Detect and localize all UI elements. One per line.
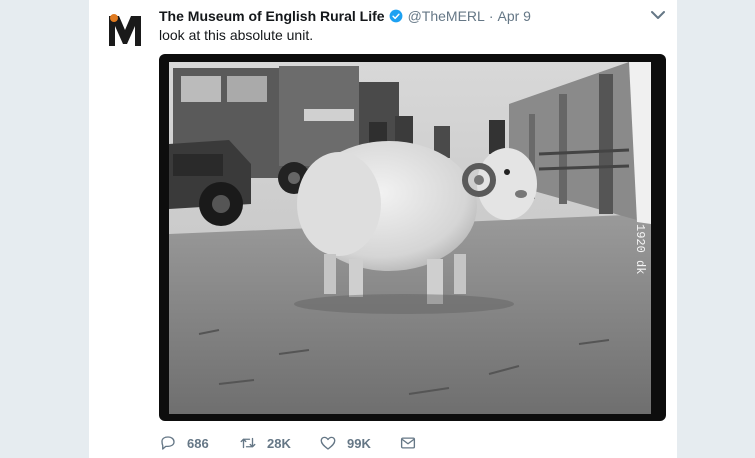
sheep-photo: 1920 dk	[169, 62, 651, 414]
reply-count: 686	[187, 435, 209, 451]
author-handle[interactable]: @TheMERL	[408, 8, 485, 24]
tweet-timestamp[interactable]: Apr 9	[497, 8, 530, 24]
author-name[interactable]: The Museum of English Rural Life	[159, 8, 385, 24]
chevron-down-icon[interactable]	[651, 10, 665, 20]
reply-icon	[161, 436, 175, 450]
retweet-button[interactable]: 28K	[239, 434, 319, 452]
tweet-text: look at this absolute unit.	[159, 27, 314, 43]
direct-message-button[interactable]	[399, 434, 417, 452]
separator: ·	[488, 8, 494, 24]
verified-badge-icon	[389, 9, 402, 23]
like-count: 99K	[347, 435, 371, 451]
tweet-photo[interactable]: 1920 dk	[159, 54, 666, 421]
avatar[interactable]	[105, 10, 145, 50]
film-edge-number: 1920 dk	[633, 224, 647, 274]
like-button[interactable]: 99K	[319, 434, 399, 452]
tweet-header: The Museum of English Rural Life @TheMER…	[159, 6, 663, 26]
tweet-actions: 686 28K 99K	[159, 432, 417, 454]
retweet-count: 28K	[267, 435, 291, 451]
envelope-icon	[400, 437, 416, 449]
merl-logo-icon	[109, 14, 141, 46]
tweet-card: The Museum of English Rural Life @TheMER…	[89, 0, 677, 458]
heart-icon	[320, 436, 336, 450]
retweet-icon	[240, 437, 256, 449]
reply-button[interactable]: 686	[159, 434, 239, 452]
